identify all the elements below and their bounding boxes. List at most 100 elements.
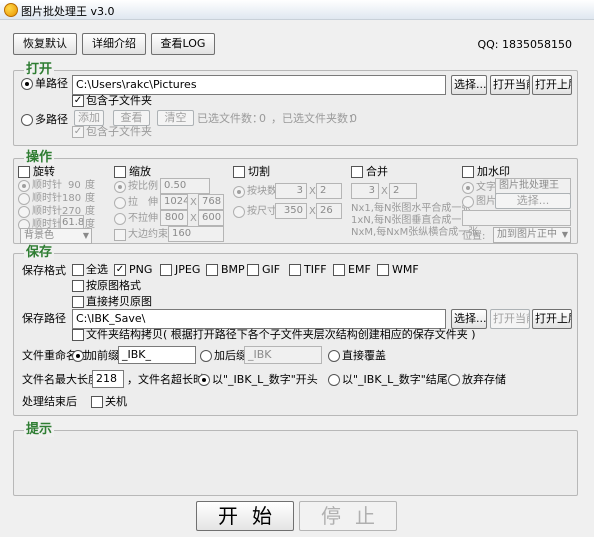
watermark-image-select-button[interactable]: 选择...: [495, 193, 571, 209]
format-tiff-checkbox[interactable]: [289, 264, 301, 276]
suffix-label: 加后缀: [214, 349, 247, 362]
multi-path-radio[interactable]: [21, 114, 33, 126]
format-bmp-checkbox[interactable]: [206, 264, 218, 276]
watermark-image-radio[interactable]: [462, 196, 474, 208]
watermark-checkbox[interactable]: [462, 166, 474, 178]
format-tiff-label: TIFF: [304, 263, 327, 276]
cut-by-count-label: 按块数: [247, 186, 277, 197]
cut-by-count-radio[interactable]: [233, 186, 245, 198]
cut-by-size-a-input[interactable]: 350: [275, 203, 307, 219]
watermark-label: 加水印: [477, 165, 510, 178]
watermark-text-input[interactable]: 图片批处理王: [495, 178, 571, 194]
shutdown-checkbox[interactable]: [91, 396, 103, 408]
selected-folders-count: 0: [350, 112, 357, 125]
open-current-button[interactable]: 打开当前: [490, 75, 530, 95]
format-wmf-checkbox[interactable]: [377, 264, 389, 276]
scale-nostretch-label: 不拉伸: [128, 213, 158, 224]
prefix-radio[interactable]: [72, 350, 84, 362]
clear-button[interactable]: 清空: [157, 110, 194, 126]
suffix-radio[interactable]: [200, 350, 212, 362]
scale-nostretch-width-input[interactable]: 800: [160, 210, 188, 226]
copy-original-label: 直接拷贝原图: [86, 295, 152, 308]
suffix-input[interactable]: _IBK: [244, 346, 322, 364]
format-png-label: PNG: [129, 263, 153, 276]
save-path-label: 保存路径: [22, 312, 66, 325]
scale-stretch-height-input[interactable]: 768: [198, 194, 224, 210]
too-long-end-radio[interactable]: [328, 374, 340, 386]
prefix-input[interactable]: _IBK_: [118, 346, 196, 364]
include-subfolders-multi-checkbox[interactable]: ✓: [72, 126, 84, 138]
cut-by-count-a-input[interactable]: 3: [275, 183, 307, 199]
scale-ratio-radio[interactable]: [114, 181, 126, 193]
cut-checkbox[interactable]: [233, 166, 245, 178]
open-parent-button[interactable]: 打开上层: [532, 75, 572, 95]
copy-original-checkbox[interactable]: [72, 296, 84, 308]
cut-by-size-x: X: [309, 206, 316, 217]
save-open-parent-button[interactable]: 打开上层: [532, 309, 572, 329]
rotate-180-unit: 度: [85, 193, 95, 204]
window-title: 图片批处理王 v3.0: [21, 5, 115, 18]
scale-nostretch-x: X: [190, 213, 197, 224]
scale-maxside-checkbox[interactable]: [114, 229, 126, 241]
too-long-start-label: 以"_IBK_L_数字"开头: [212, 373, 318, 386]
hint-legend: 提示: [24, 422, 55, 437]
too-long-start-radio[interactable]: [198, 374, 210, 386]
rotate-90-radio[interactable]: [18, 180, 30, 192]
scale-maxside-label: 大边约束: [128, 229, 168, 240]
add-button[interactable]: 添加: [74, 110, 104, 126]
overwrite-radio[interactable]: [328, 350, 340, 362]
format-emf-checkbox[interactable]: [333, 264, 345, 276]
cut-by-count-b-input[interactable]: 2: [316, 183, 342, 199]
save-legend: 保存: [24, 245, 55, 260]
view-log-button[interactable]: 查看LOG: [151, 33, 215, 55]
include-subfolders-checkbox[interactable]: ✓: [72, 95, 84, 107]
rotate-180-value: 180: [62, 193, 82, 204]
select-all-checkbox[interactable]: [72, 264, 84, 276]
rotate-270-radio[interactable]: [18, 206, 30, 218]
format-png-checkbox[interactable]: ✓: [114, 264, 126, 276]
watermark-text-radio[interactable]: [462, 182, 474, 194]
too-long-label: ，文件名超长时: [127, 373, 204, 386]
open-select-button[interactable]: 选择...: [451, 75, 487, 95]
save-select-button[interactable]: 选择...: [451, 309, 487, 329]
overwrite-label: 直接覆盖: [342, 349, 386, 362]
merge-a-input[interactable]: 3: [351, 183, 379, 199]
watermark-position-select[interactable]: 加到图片正中 ▼: [493, 227, 571, 243]
start-button[interactable]: 开始: [196, 501, 294, 531]
merge-checkbox[interactable]: [351, 166, 363, 178]
stop-button[interactable]: 停止: [299, 501, 397, 531]
scale-stretch-radio[interactable]: [114, 197, 126, 209]
background-color-select[interactable]: 背景色 ▼: [20, 228, 92, 244]
restore-default-button[interactable]: 恢复默认: [13, 33, 77, 55]
view-button[interactable]: 查看: [113, 110, 150, 126]
watermark-position-label: 位置:: [462, 231, 486, 242]
include-subfolders-multi-label: 包含子文件夹: [86, 125, 152, 138]
scale-maxside-input[interactable]: 160: [168, 226, 224, 242]
scale-nostretch-radio[interactable]: [114, 213, 126, 225]
cut-by-size-b-input[interactable]: 26: [316, 203, 342, 219]
rotate-270-unit: 度: [85, 206, 95, 217]
format-jpeg-checkbox[interactable]: [160, 264, 172, 276]
save-path-input[interactable]: C:\IBK_Save\: [72, 309, 446, 329]
rotate-180-radio[interactable]: [18, 193, 30, 205]
watermark-image-path-input[interactable]: [462, 210, 571, 226]
single-path-radio[interactable]: [21, 78, 33, 90]
cut-by-size-radio[interactable]: [233, 206, 245, 218]
max-length-input[interactable]: 218: [92, 370, 124, 388]
prefix-label: 加前缀: [86, 349, 119, 362]
keep-original-format-checkbox[interactable]: [72, 280, 84, 292]
rotate-checkbox[interactable]: [18, 166, 30, 178]
scale-ratio-input[interactable]: 0.50: [160, 178, 210, 194]
scale-stretch-width-input[interactable]: 1024: [160, 194, 188, 210]
merge-b-input[interactable]: 2: [389, 183, 417, 199]
scale-nostretch-height-input[interactable]: 600: [198, 210, 224, 226]
format-gif-checkbox[interactable]: [247, 264, 259, 276]
format-emf-label: EMF: [348, 263, 371, 276]
scale-checkbox[interactable]: [114, 166, 126, 178]
single-path-input[interactable]: C:\Users\rakc\Pictures: [72, 75, 446, 95]
keep-folder-structure-checkbox[interactable]: [72, 329, 84, 341]
details-button[interactable]: 详细介绍: [82, 33, 146, 55]
save-open-current-button[interactable]: 打开当前: [490, 309, 530, 329]
too-long-skip-radio[interactable]: [448, 374, 460, 386]
background-color-value: 背景色: [24, 230, 54, 241]
